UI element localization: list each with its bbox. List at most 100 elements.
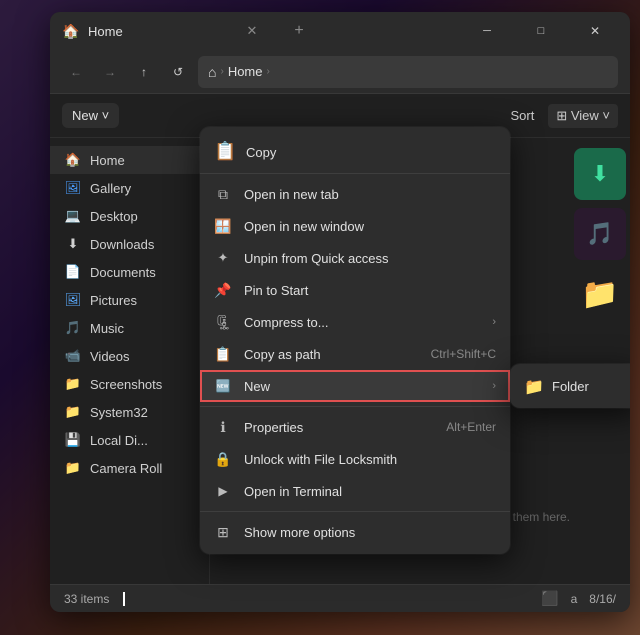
address-breadcrumb[interactable]: ⌂ › Home › xyxy=(198,56,618,88)
terminal-label: Open in Terminal xyxy=(244,484,496,499)
open-new-tab-icon: ⧉ xyxy=(214,185,232,203)
sidebar-gallery-label: Gallery xyxy=(90,181,131,196)
download-folder-icon: ⬇ xyxy=(591,161,609,187)
system32-icon: 📁 xyxy=(64,403,82,421)
ctx-unpin-quick-access[interactable]: ✦ Unpin from Quick access xyxy=(200,242,510,274)
compress-arrow: › xyxy=(492,316,496,328)
sidebar-home-label: Home xyxy=(90,153,125,168)
window-icon: 🏠 xyxy=(62,22,80,40)
ctx-new[interactable]: 🆕 New › 📁 Folder xyxy=(200,370,510,402)
sidebar-item-localdc[interactable]: 💾 Local Di... xyxy=(50,426,209,454)
taskbar-icon: ⬛ xyxy=(541,590,558,607)
ctx-show-more-options[interactable]: ⊞ Show more options xyxy=(200,516,510,548)
refresh-button[interactable]: ↺ xyxy=(164,58,192,86)
ctx-open-terminal[interactable]: ▶ Open in Terminal xyxy=(200,475,510,507)
up-button[interactable]: ↑ xyxy=(130,58,158,86)
sidebar-desktop-label: Desktop xyxy=(90,209,138,224)
generic-folder-icon: 📁 xyxy=(581,277,618,312)
sidebar-item-home[interactable]: 🏠 Home xyxy=(50,146,209,174)
sidebar-item-music[interactable]: 🎵 Music xyxy=(50,314,209,342)
statusbar-time: 8/16/ xyxy=(589,592,616,606)
open-new-window-label: Open in new window xyxy=(244,219,496,234)
view-label[interactable]: ⊞ View ˅ xyxy=(548,104,618,128)
folder-icons-panel: ⬇ 🎵 📁 xyxy=(574,148,630,320)
properties-label: Properties xyxy=(244,420,434,435)
home-sidebar-icon: 🏠 xyxy=(64,151,82,169)
ctx-open-new-window[interactable]: 🪟 Open in new window xyxy=(200,210,510,242)
videos-icon: 📹 xyxy=(64,347,82,365)
ctx-unlock-locksmith[interactable]: 🔒 Unlock with File Locksmith xyxy=(200,443,510,475)
window-title: Home xyxy=(88,24,221,39)
submenu-folder[interactable]: 📁 Folder xyxy=(510,370,630,402)
new-arrow: › xyxy=(492,380,496,392)
new-tab-btn[interactable]: + xyxy=(283,15,315,47)
more-options-icon: ⊞ xyxy=(214,523,232,541)
sidebar-item-downloads[interactable]: ⬇ Downloads xyxy=(50,230,209,258)
sidebar-item-pictures[interactable]: 🖼 Pictures xyxy=(50,286,209,314)
sidebar-item-videos[interactable]: 📹 Videos xyxy=(50,342,209,370)
properties-icon: ℹ xyxy=(214,418,232,436)
toolbar-right: Sort ⊞ View ˅ xyxy=(503,104,619,128)
properties-shortcut: Alt+Enter xyxy=(446,420,496,434)
new-submenu: 📁 Folder xyxy=(510,364,630,408)
sidebar-system32-label: System32 xyxy=(90,405,148,420)
folder-submenu-label: Folder xyxy=(552,379,589,394)
breadcrumb-home: Home xyxy=(228,64,263,79)
ctx-pin-to-start[interactable]: 📌 Pin to Start xyxy=(200,274,510,306)
pin-to-start-label: Pin to Start xyxy=(244,283,496,298)
pictures-icon: 🖼 xyxy=(64,291,82,309)
home-icon: ⌂ xyxy=(208,64,216,80)
new-icon: 🆕 xyxy=(214,377,232,395)
sort-label[interactable]: Sort xyxy=(503,104,543,127)
cameraroll-icon: 📁 xyxy=(64,459,82,477)
ctx-separator1 xyxy=(200,406,510,407)
breadcrumb-sep2: › xyxy=(267,66,270,77)
sidebar-item-documents[interactable]: 📄 Documents xyxy=(50,258,209,286)
folder-icon-download[interactable]: ⬇ xyxy=(574,148,626,200)
sidebar-music-label: Music xyxy=(90,321,124,336)
sidebar-cameraroll-label: Camera Roll xyxy=(90,461,162,476)
new-button[interactable]: New ˅ xyxy=(62,103,119,128)
compress-icon: 🗜 xyxy=(214,313,232,331)
ctx-open-new-tab[interactable]: ⧉ Open in new tab xyxy=(200,178,510,210)
unpin-icon: ✦ xyxy=(214,249,232,267)
ctx-separator2 xyxy=(200,511,510,512)
music-folder-icon: 🎵 xyxy=(586,221,613,247)
close-button[interactable]: ✕ xyxy=(572,15,618,47)
open-new-window-icon: 🪟 xyxy=(214,217,232,235)
compress-label: Compress to... xyxy=(244,315,480,330)
desktop-icon: 💻 xyxy=(64,207,82,225)
sidebar-item-system32[interactable]: 📁 System32 xyxy=(50,398,209,426)
ctx-top-copy: 📋 Copy xyxy=(200,133,510,174)
folder-icon-music[interactable]: 🎵 xyxy=(574,208,626,260)
minimize-button[interactable]: ─ xyxy=(464,15,510,47)
back-button[interactable]: ← xyxy=(62,58,90,86)
gallery-icon: 🖼 xyxy=(64,179,82,197)
ctx-properties[interactable]: ℹ Properties Alt+Enter xyxy=(200,411,510,443)
new-label: New ˅ xyxy=(72,108,109,123)
forward-button[interactable]: → xyxy=(96,58,124,86)
locksmith-label: Unlock with File Locksmith xyxy=(244,452,496,467)
sidebar-localdisk-label: Local Di... xyxy=(90,433,148,448)
taskbar-letter: a xyxy=(571,592,578,606)
pin-to-start-icon: 📌 xyxy=(214,281,232,299)
context-menu: 📋 Copy ⧉ Open in new tab 🪟 Open in new w… xyxy=(200,127,510,554)
sidebar-item-cameraroll[interactable]: 📁 Camera Roll xyxy=(50,454,209,482)
titlebar: 🏠 Home ✕ + ─ □ ✕ xyxy=(50,12,630,50)
ctx-copy-as-path[interactable]: 📋 Copy as path Ctrl+Shift+C xyxy=(200,338,510,370)
sidebar-videos-label: Videos xyxy=(90,349,130,364)
copy-top-icon: 📋 xyxy=(214,141,236,163)
addressbar: ← → ↑ ↺ ⌂ › Home › xyxy=(50,50,630,94)
new-label: New xyxy=(244,379,480,394)
cursor-indicator xyxy=(123,592,125,606)
sidebar-downloads-label: Downloads xyxy=(90,237,154,252)
ctx-compress-to[interactable]: 🗜 Compress to... › xyxy=(200,306,510,338)
maximize-button[interactable]: □ xyxy=(518,15,564,47)
folder-icon-folder[interactable]: 📁 xyxy=(574,268,626,320)
close-btn-x: ✕ xyxy=(229,15,275,47)
sidebar-item-gallery[interactable]: 🖼 Gallery xyxy=(50,174,209,202)
sidebar-item-desktop[interactable]: 💻 Desktop xyxy=(50,202,209,230)
sidebar-item-screenshots[interactable]: 📁 Screenshots xyxy=(50,370,209,398)
sidebar-screenshots-label: Screenshots xyxy=(90,377,162,392)
sidebar: 🏠 Home 🖼 Gallery 💻 Desktop ⬇ Downloads 📄… xyxy=(50,138,210,584)
